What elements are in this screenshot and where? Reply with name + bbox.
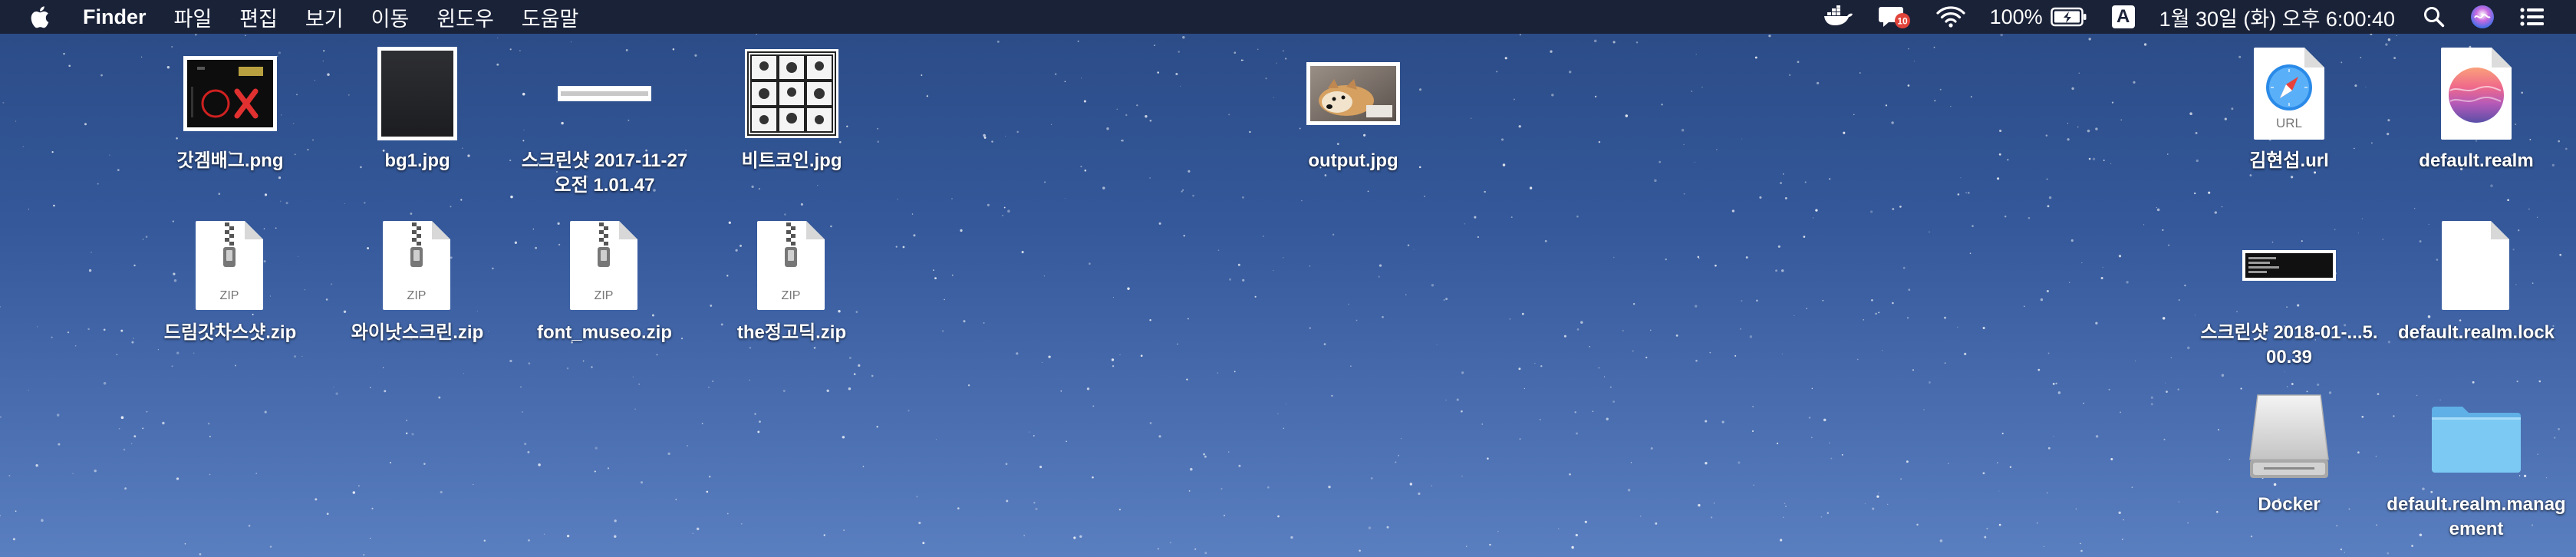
icon-label: 스크린샷 2018-01-...5.00.39 [2200,322,2378,367]
menu-view[interactable]: 보기 [305,2,344,32]
disk-drive-icon [2249,394,2329,478]
image-thumbnail-icon [183,56,277,131]
battery-menu[interactable]: 100% [1990,0,2087,34]
siri-button[interactable] [2470,0,2495,34]
icon-label: Docker [2258,494,2321,515]
zip-archive-icon: ZIP [196,221,263,310]
apple-logo-icon[interactable] [29,4,52,30]
icon-label: font_museo.zip [536,322,672,343]
icon-label: output.jpg [1308,150,1398,171]
icon-label: 갓겜배그.png [176,150,284,171]
docker-whale-icon [1823,5,1853,25]
zip-badge: ZIP [595,289,614,302]
icon-label: default.realm.management [2387,494,2566,539]
zip-archive-icon: ZIP [383,221,450,310]
input-source-indicator: A [2111,5,2135,28]
desktop-icon[interactable]: output.jpg [1238,43,1468,173]
desktop-icon[interactable]: default.realm.lock [2361,215,2576,345]
wifi-icon [1936,6,1965,28]
notification-center-button[interactable] [2519,0,2545,34]
icon-label: 드림갓차스샷.zip [163,322,297,343]
icon-label: 와이낫스크린.zip [351,322,484,343]
menu-bar: Finder 파일 편집 보기 이동 윈도우 도움말 10 100% A 1월 … [0,0,2576,34]
image-thumbnail-icon [1306,62,1400,125]
image-thumbnail-icon [2242,250,2336,281]
url-badge: URL [2276,116,2302,130]
folder-icon [2432,407,2521,473]
desktop-icon[interactable]: 비트코인.jpg [677,43,907,173]
image-thumbnail-icon [558,86,651,101]
image-thumbnail-icon [377,47,457,140]
menu-window[interactable]: 윈도우 [436,2,494,32]
spotlight-search-icon [2424,7,2445,28]
zip-badge: ZIP [782,289,801,302]
notification-tray[interactable]: 10 [1878,0,1912,34]
menu-help[interactable]: 도움말 [522,2,579,32]
icon-label: bg1.jpg [384,150,450,171]
siri-icon [2471,5,2494,28]
zip-archive-icon: ZIP [757,221,825,310]
menu-app-finder[interactable]: Finder [83,5,147,29]
icon-label: 스크린샷 2017-11-27 오전 1.01.47 [521,150,688,196]
battery-charging-icon [2050,7,2087,27]
menu-file[interactable]: 파일 [174,2,212,32]
zip-archive-icon: ZIP [570,221,637,310]
menu-go[interactable]: 이동 [371,2,410,32]
menu-clock[interactable]: 1월 30일 (화) 오후 6:00:40 [2159,2,2395,32]
desktop-icon[interactable]: ZIP the정고딕.zip [677,215,907,345]
docker-menu[interactable] [1823,0,1853,34]
icon-label: 비트코인.jpg [741,150,842,171]
notification-list-icon [2520,8,2544,26]
url-file-icon: URL [2254,48,2324,140]
icon-label: 김현섭.url [2249,150,2329,171]
desktop-icon[interactable]: default.realm.management [2361,387,2576,542]
icon-label: the정고딕.zip [736,322,847,343]
icon-label: default.realm.lock [2397,322,2555,343]
blank-document-icon [2442,221,2509,310]
zip-badge: ZIP [220,289,239,302]
image-thumbnail-icon [745,49,838,138]
input-source-menu[interactable]: A [2111,0,2135,34]
icon-label: default.realm [2419,150,2534,171]
notification-badge: 10 [1897,16,1908,27]
wifi-menu[interactable] [1936,0,1965,34]
desktop[interactable]: Finder 파일 편집 보기 이동 윈도우 도움말 10 100% A 1월 … [0,0,2576,557]
zip-badge: ZIP [407,289,427,302]
spotlight-button[interactable] [2423,0,2446,34]
chat-bubble-icon: 10 [1878,7,1910,28]
realm-file-icon [2441,48,2512,140]
battery-percent: 100% [1989,5,2043,28]
desktop-icon[interactable]: default.realm [2361,43,2576,173]
menu-edit[interactable]: 편집 [239,2,278,32]
